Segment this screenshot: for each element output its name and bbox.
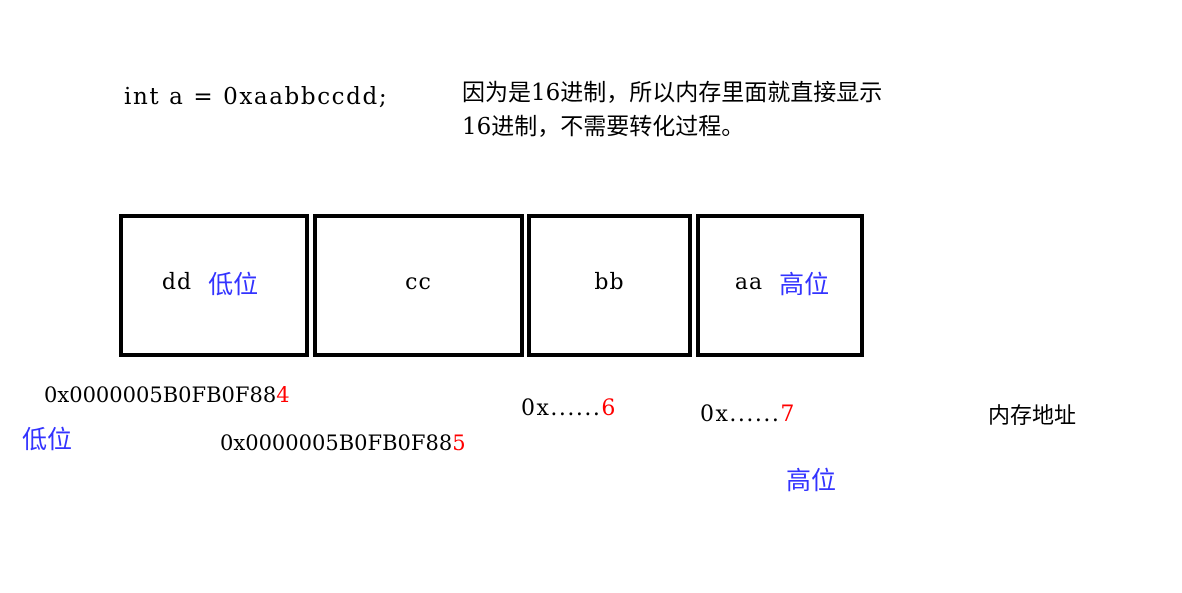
memory-cell-0-endian-tag: 低位 xyxy=(208,269,259,299)
memory-cell-0-content: dd 低位 xyxy=(162,265,258,301)
address-label-0-tail: 4 xyxy=(276,383,290,407)
memory-cell-1: cc xyxy=(313,214,524,357)
diagram-canvas: int a = 0xaabbccdd; 因为是16进制，所以内存里面就直接显示 … xyxy=(0,0,1182,593)
memory-cell-strip: dd 低位 cc bb aa 高位 xyxy=(119,214,864,357)
address-label-2-tail: 6 xyxy=(601,396,617,421)
address-label-1-tail: 5 xyxy=(452,431,466,455)
memory-address-caption: 内存地址 xyxy=(988,404,1077,429)
explanation-note: 因为是16进制，所以内存里面就直接显示 16进制，不需要转化过程。 xyxy=(462,76,992,144)
explanation-note-line-1: 因为是16进制，所以内存里面就直接显示 xyxy=(462,80,883,106)
explanation-note-line-2: 16进制，不需要转化过程。 xyxy=(462,114,745,140)
memory-cell-2-value: bb xyxy=(594,270,625,295)
address-label-3-prefix: 0x...... xyxy=(700,402,781,427)
high-order-marker: 高位 xyxy=(786,466,837,495)
memory-cell-3-content: aa 高位 xyxy=(735,265,829,301)
memory-cell-3-value: aa xyxy=(734,270,764,295)
memory-cell-0: dd 低位 xyxy=(119,214,309,357)
address-label-3: 0x......7 xyxy=(700,402,796,427)
memory-cell-1-value: cc xyxy=(405,270,432,295)
address-label-2-prefix: 0x...... xyxy=(521,396,602,421)
code-declaration: int a = 0xaabbccdd; xyxy=(124,84,389,110)
address-label-1-prefix: 0x0000005B0FB0F88 xyxy=(220,431,453,455)
memory-cell-2-content: bb xyxy=(594,270,624,295)
memory-cell-1-content: cc xyxy=(405,270,432,295)
memory-cell-2: bb xyxy=(527,214,692,357)
address-label-0-prefix: 0x0000005B0FB0F88 xyxy=(44,383,277,407)
address-label-1: 0x0000005B0FB0F885 xyxy=(220,431,466,455)
address-label-3-tail: 7 xyxy=(780,402,796,427)
memory-cell-3-endian-tag: 高位 xyxy=(779,269,830,299)
low-order-marker: 低位 xyxy=(22,425,73,454)
address-label-0: 0x0000005B0FB0F884 xyxy=(44,383,290,407)
memory-cell-0-value: dd xyxy=(161,270,193,295)
address-label-2: 0x......6 xyxy=(521,396,617,421)
memory-cell-3: aa 高位 xyxy=(696,214,864,357)
